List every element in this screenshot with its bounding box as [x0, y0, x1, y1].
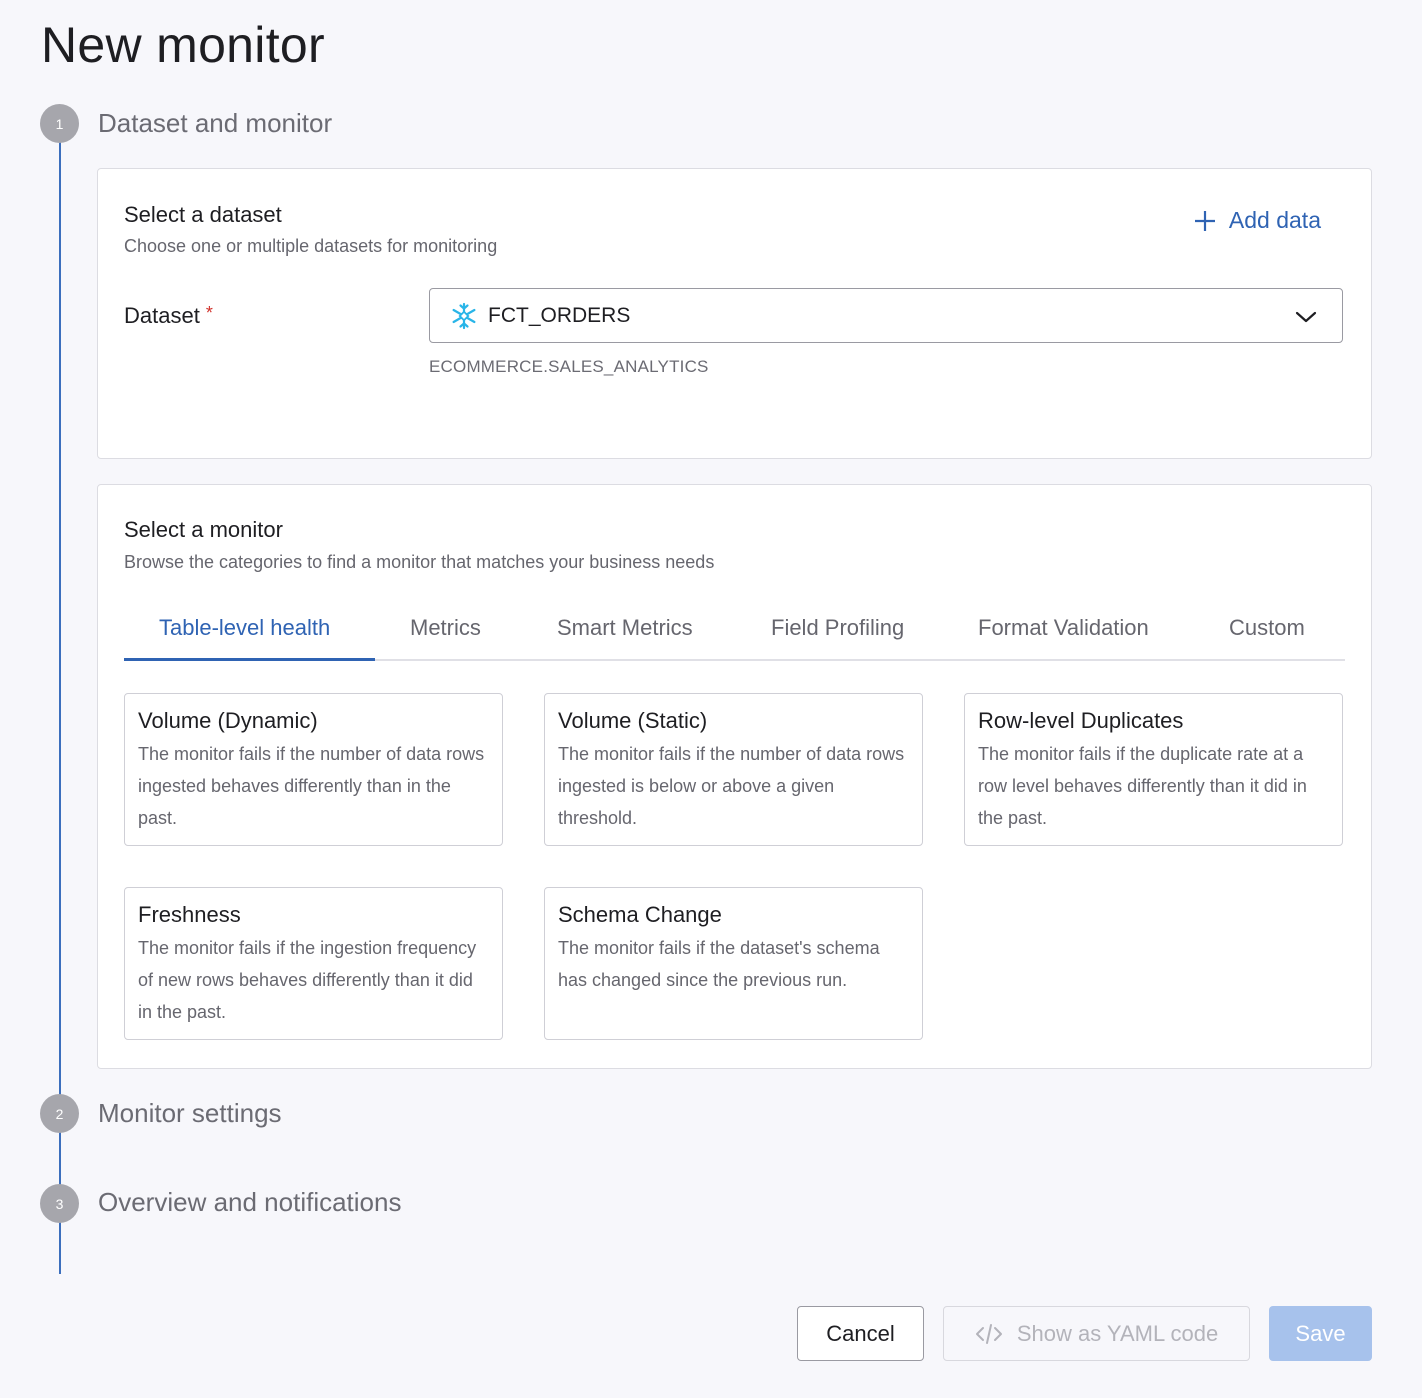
- add-data-button[interactable]: Add data: [1193, 207, 1321, 234]
- monitor-option-description: The monitor fails if the ingestion frequ…: [138, 938, 477, 1022]
- dataset-section-subtitle: Choose one or multiple datasets for moni…: [124, 236, 498, 256]
- tab-field-profiling[interactable]: Field Profiling: [771, 615, 904, 641]
- step-title-dataset-and-monitor[interactable]: Dataset and monitor: [98, 108, 332, 139]
- tab-format-validation[interactable]: Format Validation: [978, 615, 1149, 641]
- dataset-field-label: Dataset *: [124, 303, 213, 329]
- monitor-option-title: Volume (Dynamic): [138, 708, 318, 733]
- monitor-section-subtitle: Browse the categories to find a monitor …: [124, 552, 715, 572]
- step-title-overview-and-notifications[interactable]: Overview and notifications: [98, 1187, 401, 1218]
- stepper-line: [59, 1131, 61, 1186]
- monitor-option-row-level-duplicates[interactable]: Row-level Duplicates The monitor fails i…: [964, 693, 1343, 846]
- monitor-option-freshness[interactable]: Freshness The monitor fails if the inges…: [124, 887, 503, 1040]
- page-title: New monitor: [41, 17, 325, 73]
- monitor-option-volume-static[interactable]: Volume (Static) The monitor fails if the…: [544, 693, 923, 846]
- monitor-option-description: The monitor fails if the dataset's schem…: [558, 938, 880, 990]
- dataset-path: ECOMMERCE.SALES_ANALYTICS: [429, 357, 709, 376]
- monitor-option-title: Row-level Duplicates: [978, 708, 1184, 733]
- save-button[interactable]: Save: [1269, 1306, 1372, 1361]
- show-yaml-button[interactable]: Show as YAML code: [943, 1306, 1250, 1361]
- monitor-option-description: The monitor fails if the number of data …: [138, 744, 485, 828]
- monitor-card: Select a monitor Browse the categories t…: [97, 484, 1372, 1069]
- monitor-option-description: The monitor fails if the number of data …: [558, 744, 905, 828]
- snowflake-icon: [452, 302, 476, 329]
- active-tab-indicator: [124, 658, 375, 661]
- dataset-label-text: Dataset: [124, 303, 200, 328]
- add-data-label: Add data: [1228, 207, 1321, 233]
- stepper-line: [59, 1221, 61, 1274]
- step-number-1: 1: [40, 104, 79, 143]
- required-mark: *: [205, 303, 213, 323]
- stepper-line: [59, 141, 61, 1096]
- show-yaml-label: Show as YAML code: [1016, 1320, 1219, 1346]
- tab-smart-metrics[interactable]: Smart Metrics: [557, 615, 693, 641]
- step-number-2: 2: [40, 1094, 79, 1133]
- monitor-option-title: Freshness: [138, 902, 241, 927]
- tab-metrics[interactable]: Metrics: [410, 615, 481, 641]
- plus-icon: [1194, 210, 1215, 231]
- code-icon: [975, 1323, 1002, 1344]
- step-title-monitor-settings[interactable]: Monitor settings: [98, 1098, 282, 1129]
- monitor-option-title: Schema Change: [558, 902, 722, 927]
- chevron-down-icon: [1295, 311, 1317, 323]
- tab-custom[interactable]: Custom: [1229, 615, 1305, 641]
- tab-table-level-health[interactable]: Table-level health: [159, 615, 330, 641]
- monitor-option-description: The monitor fails if the duplicate rate …: [978, 744, 1307, 828]
- monitor-option-schema-change[interactable]: Schema Change The monitor fails if the d…: [544, 887, 923, 1040]
- dataset-card: Select a dataset Choose one or multiple …: [97, 168, 1372, 459]
- step-number-3: 3: [40, 1184, 79, 1223]
- dataset-select[interactable]: FCT_ORDERS: [429, 288, 1343, 343]
- dataset-section-title: Select a dataset: [124, 202, 282, 227]
- monitor-option-volume-dynamic[interactable]: Volume (Dynamic) The monitor fails if th…: [124, 693, 503, 846]
- monitor-section-title: Select a monitor: [124, 517, 283, 542]
- cancel-button[interactable]: Cancel: [797, 1306, 924, 1361]
- dataset-select-value: FCT_ORDERS: [488, 303, 631, 327]
- monitor-option-title: Volume (Static): [558, 708, 708, 733]
- monitor-category-tabs: Table-level health Metrics Smart Metrics…: [124, 603, 1345, 661]
